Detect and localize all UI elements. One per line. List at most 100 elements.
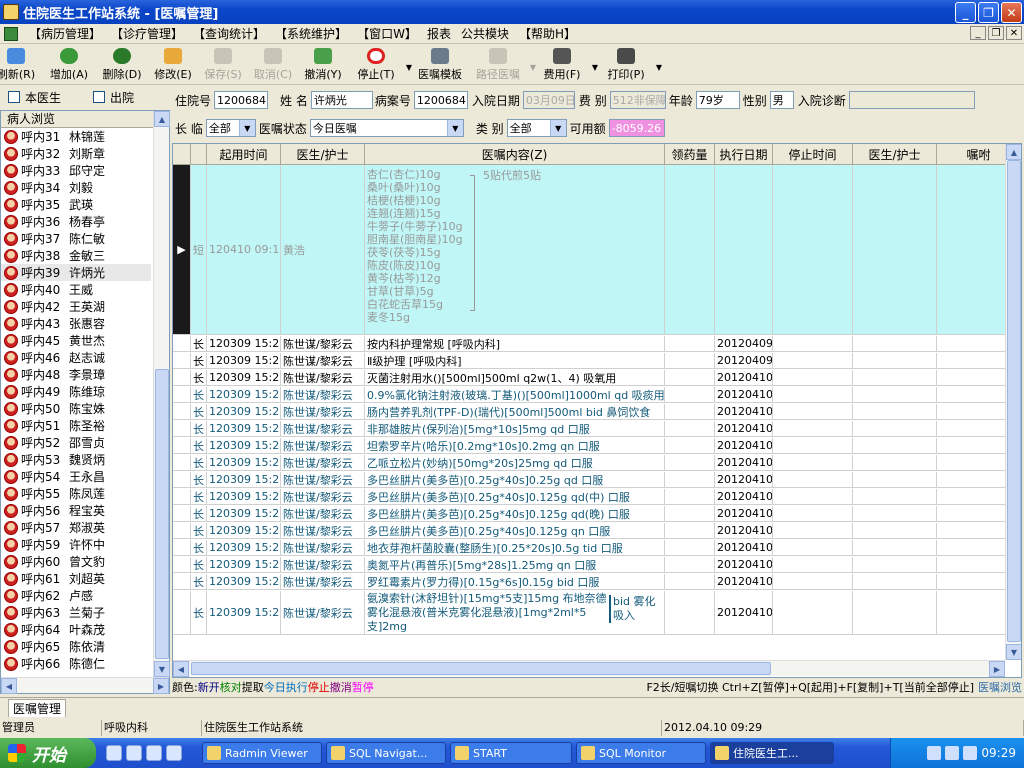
grid-column-header[interactable]: 执行日期 <box>715 144 773 164</box>
patient-list-item[interactable]: 呼内51 陈圣裕 <box>1 417 151 434</box>
patient-list-item[interactable]: 呼内35 武瑛 <box>1 196 151 213</box>
patient-list-item[interactable]: 呼内55 陈凤莲 <box>1 485 151 502</box>
chevron-down-icon[interactable]: ▼ <box>446 120 463 136</box>
edit-button[interactable]: 修改(E) <box>148 45 198 85</box>
long-temp-select[interactable]: 全部 ▼ <box>205 119 256 137</box>
grid-column-header[interactable]: 停止时间 <box>773 144 853 164</box>
order-content[interactable]: 灭菌注射用水()[500ml]500ml q2w(1、4) 吸氧用 <box>365 370 665 385</box>
diagnosis-field[interactable] <box>848 91 975 109</box>
scroll-up-button[interactable]: ▲ <box>1006 144 1021 160</box>
scroll-thumb[interactable] <box>155 369 169 659</box>
order-row[interactable]: 长 120309 15:25 陈世谋/黎彩云 奥氮平片(再普乐)[5mg*28s]1.… <box>173 557 1021 573</box>
fee-button[interactable]: 费用(F) ▼ <box>534 45 598 85</box>
mdi-restore-button[interactable]: ❐ <box>988 26 1004 40</box>
order-row[interactable]: 长 120309 15:25 陈世谋/黎彩云 多巴丝肼片(美多芭)[0.25g*40s… <box>173 489 1021 505</box>
order-content[interactable]: 多巴丝肼片(美多芭)[0.25g*40s]0.125g qd(晚) 口服 <box>365 506 665 521</box>
task-start-folder[interactable]: START <box>450 742 572 764</box>
patient-list-scrollbar[interactable]: ▲ ▼ <box>153 111 170 677</box>
scroll-right-button[interactable]: ▶ <box>153 678 169 694</box>
patient-list-item[interactable]: 呼内50 陈宝姝 <box>1 400 151 417</box>
network-icon[interactable] <box>945 746 960 760</box>
menu-help[interactable]: 【帮助H】 <box>514 25 581 42</box>
menu-reports[interactable]: 报表 <box>422 25 456 42</box>
patient-list-item[interactable]: 呼内54 王永昌 <box>1 468 151 485</box>
order-content[interactable]: 多巴丝肼片(美多芭)[0.25g*40s]0.125g qn 口服 <box>365 523 665 538</box>
patient-list-item[interactable]: 呼内57 郑淑英 <box>1 519 151 536</box>
patient-list-item[interactable]: 呼内49 陈维琼 <box>1 383 151 400</box>
patient-list-item[interactable]: 呼内53 魏贤炳 <box>1 451 151 468</box>
order-row[interactable]: 长 120309 15:25 陈世谋/黎彩云 按内科护理常规 [呼吸内科] 201204… <box>173 336 1021 352</box>
mdi-minimize-button[interactable]: _ <box>970 26 986 40</box>
patient-list-item[interactable]: 呼内45 黄世杰 <box>1 332 151 349</box>
task-sql-monitor[interactable]: SQL Monitor <box>576 742 706 764</box>
grid-hscrollbar[interactable]: ◀ ▶ <box>173 660 1005 677</box>
patient-list-item[interactable]: 呼内62 卢感 <box>1 587 151 604</box>
undo-button[interactable]: 撤消(Y) <box>298 45 348 85</box>
monitor-icon[interactable] <box>963 746 978 760</box>
doc-icon[interactable] <box>126 745 142 761</box>
order-content[interactable]: 按内科护理常规 [呼吸内科] <box>365 336 665 351</box>
order-content[interactable]: 罗红霉素片(罗力得)[0.15g*6s]0.15g bid 口服 <box>365 574 665 589</box>
cancel-button[interactable]: 取消(C) <box>248 45 298 85</box>
task-his-app[interactable]: 住院医生工... <box>710 742 834 764</box>
order-browse-link[interactable]: 医嘱浏览 <box>978 679 1022 695</box>
scroll-down-button[interactable]: ▼ <box>154 661 170 677</box>
order-content[interactable]: 0.9%氯化钠注射液(玻璃.丁基)()[500ml]1000ml qd 吸痰用 <box>365 387 665 402</box>
order-content[interactable]: 乙哌立松片(妙纳)[50mg*20s]25mg qd 口服 <box>365 455 665 470</box>
checkbox-box[interactable] <box>8 91 20 103</box>
patient-list-item[interactable]: 呼内59 许怀中 <box>1 536 151 553</box>
add-button[interactable]: 增加(A) <box>42 45 96 85</box>
grid-column-header[interactable]: 医生/护士 <box>853 144 937 164</box>
order-row[interactable]: 长 120309 15:25 陈世谋/黎彩云 坦索罗辛片(哈乐)[0.2mg*10s]… <box>173 438 1021 454</box>
order-status-select[interactable]: 今日医嘱 ▼ <box>309 119 464 137</box>
minimize-button[interactable]: _ <box>955 2 976 23</box>
menu-system-maintenance[interactable]: 【系统维护】 <box>270 25 352 42</box>
patient-list-item[interactable]: 呼内48 李景璋 <box>1 366 151 383</box>
case-no-field[interactable]: 1200684 <box>413 91 468 109</box>
hscroll-thumb[interactable] <box>191 662 771 675</box>
patient-name-field[interactable]: 许炳光 <box>310 91 373 109</box>
app-icon[interactable] <box>146 745 162 761</box>
menu-query-stats[interactable]: 【查询统计】 <box>188 25 270 42</box>
patient-list-item[interactable]: 呼内64 叶森茂 <box>1 621 151 638</box>
checkbox-box[interactable] <box>93 91 106 103</box>
print-dropdown-icon[interactable]: ▼ <box>656 63 662 72</box>
order-content[interactable]: 多巴丝肼片(美多芭)[0.25g*40s]0.125g qd(中) 口服 <box>365 489 665 504</box>
order-content[interactable]: 奥氮平片(再普乐)[5mg*28s]1.25mg qn 口服 <box>365 557 665 572</box>
refresh-button[interactable]: 刷新(R) <box>0 45 35 85</box>
order-content[interactable]: 多巴丝肼片(美多芭)[0.25g*40s]0.25g qd 口服 <box>365 472 665 487</box>
tool-icon[interactable] <box>166 745 182 761</box>
patient-list-item[interactable]: 呼内52 邵雪贞 <box>1 434 151 451</box>
scroll-right-button[interactable]: ▶ <box>989 661 1005 677</box>
scroll-up-button[interactable]: ▲ <box>154 111 170 127</box>
order-content[interactable]: Ⅱ级护理 [呼吸内科] <box>365 353 665 368</box>
order-content[interactable]: 非那雄胺片(保列治)[5mg*10s]5mg qd 口服 <box>365 421 665 436</box>
order-content[interactable]: 氨溴索针(沐舒坦针)[15mg*5支]15mg 布地奈德雾化混悬液(普米克雾化混… <box>365 591 665 634</box>
discharged-checkbox[interactable]: 出院 <box>93 89 134 106</box>
patient-list-item[interactable]: 呼内61 刘超英 <box>1 570 151 587</box>
close-button[interactable]: ✕ <box>1001 2 1022 23</box>
grid-column-header[interactable]: 医嘱内容(Z) <box>365 144 665 164</box>
admission-no-field[interactable]: 1200684 <box>214 91 269 109</box>
order-row-selected[interactable]: ▶ 短 120410 09:15 黄浩 杏仁(杏仁)10g 桑叶(桑叶)10g 桔梗(桔梗)… <box>173 165 1021 335</box>
task-radmin[interactable]: Radmin Viewer <box>202 742 322 764</box>
patient-list-item[interactable]: 呼内36 杨春亭 <box>1 213 151 230</box>
order-row[interactable]: 长 120309 15:25 陈世谋/黎彩云 0.9%氯化钠注射液(玻璃.丁基)()[… <box>173 387 1021 403</box>
order-row[interactable]: 长 120309 15:25 陈世谋/黎彩云 多巴丝肼片(美多芭)[0.25g*40s… <box>173 523 1021 539</box>
tab-order-management[interactable]: 医嘱管理 <box>8 699 67 717</box>
patient-list-hscrollbar[interactable]: ◀ ▶ <box>1 677 169 694</box>
patient-list-item[interactable]: 呼内56 程宝英 <box>1 502 151 519</box>
scroll-left-button[interactable]: ◀ <box>1 678 17 694</box>
order-row[interactable]: 长 120309 15:25 陈世谋/黎彩云 肠内营养乳剂(TPF-D)(瑞代)[50… <box>173 404 1021 420</box>
order-row[interactable]: 长 120309 15:25 陈世谋/黎彩云 氨溴索针(沐舒坦针)[15mg*5支]1… <box>173 591 1021 635</box>
grid-column-header[interactable]: 起用时间 <box>207 144 281 164</box>
patient-list-item[interactable]: 呼内66 陈德仁 <box>1 655 151 672</box>
patient-list-item[interactable]: 呼内63 兰菊子 <box>1 604 151 621</box>
path-order-button[interactable]: 路径医嘱 ▼ <box>468 45 536 85</box>
order-row[interactable]: 长 120309 15:25 陈世谋/黎彩云 Ⅱ级护理 [呼吸内科] 20120409 <box>173 353 1021 369</box>
menu-diagnosis[interactable]: 【诊疗管理】 <box>106 25 188 42</box>
delete-button[interactable]: 删除(D) <box>96 45 148 85</box>
chevron-down-icon[interactable]: ▼ <box>238 120 255 136</box>
order-content[interactable]: 肠内营养乳剂(TPF-D)(瑞代)[500ml]500ml bid 鼻饲饮食 <box>365 404 665 419</box>
restore-button[interactable]: ❐ <box>978 2 999 23</box>
